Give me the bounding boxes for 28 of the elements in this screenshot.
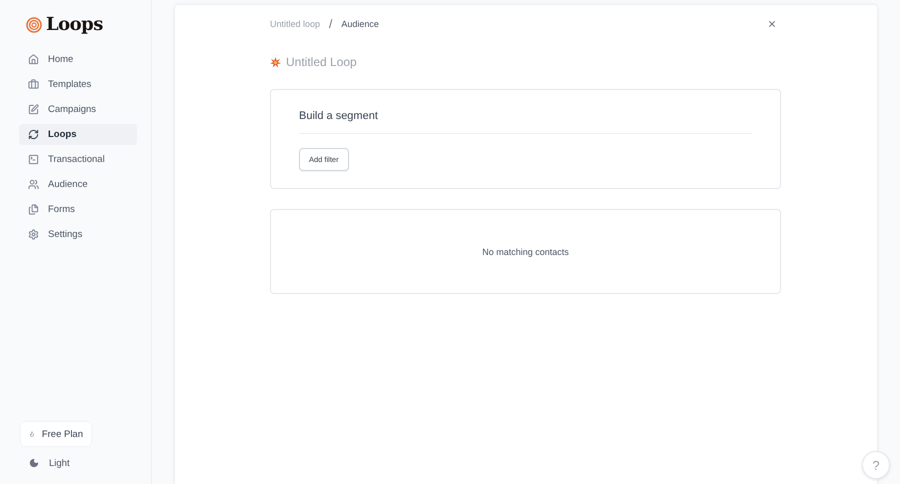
terminal-icon (28, 154, 39, 165)
sidebar-item[interactable]: Settings (19, 224, 137, 245)
sidebar-item[interactable]: Templates (19, 74, 137, 95)
sidebar-item[interactable]: Home (19, 49, 137, 70)
pencil-square-icon (28, 104, 39, 115)
flame-icon (29, 429, 35, 439)
breadcrumb-current: Audience (341, 19, 379, 29)
breadcrumb-separator: / (329, 17, 332, 31)
logo-text: Loops (46, 14, 103, 35)
sidebar-item[interactable]: Forms (19, 199, 137, 220)
moon-icon (29, 458, 39, 468)
theme-toggle[interactable]: Light (19, 454, 137, 472)
segment-heading: Build a segment (299, 110, 752, 134)
plan-button[interactable]: Free Plan (21, 422, 91, 446)
settings-icon (28, 229, 39, 240)
house-icon (28, 54, 39, 65)
empty-message: No matching contacts (482, 246, 569, 256)
close-button[interactable] (767, 19, 777, 29)
burst-icon (270, 56, 281, 68)
sidebar-item[interactable]: Loops (19, 124, 137, 145)
briefcase-icon (28, 79, 39, 90)
rings-logo-icon (26, 16, 42, 32)
sidebar-item[interactable]: Transactional (19, 149, 137, 170)
people-icon (28, 179, 39, 190)
sidebar-item[interactable]: Campaigns (19, 99, 137, 120)
sidebar-item[interactable]: Audience (19, 174, 137, 195)
refresh-icon (28, 129, 39, 140)
files-icon (28, 204, 39, 215)
